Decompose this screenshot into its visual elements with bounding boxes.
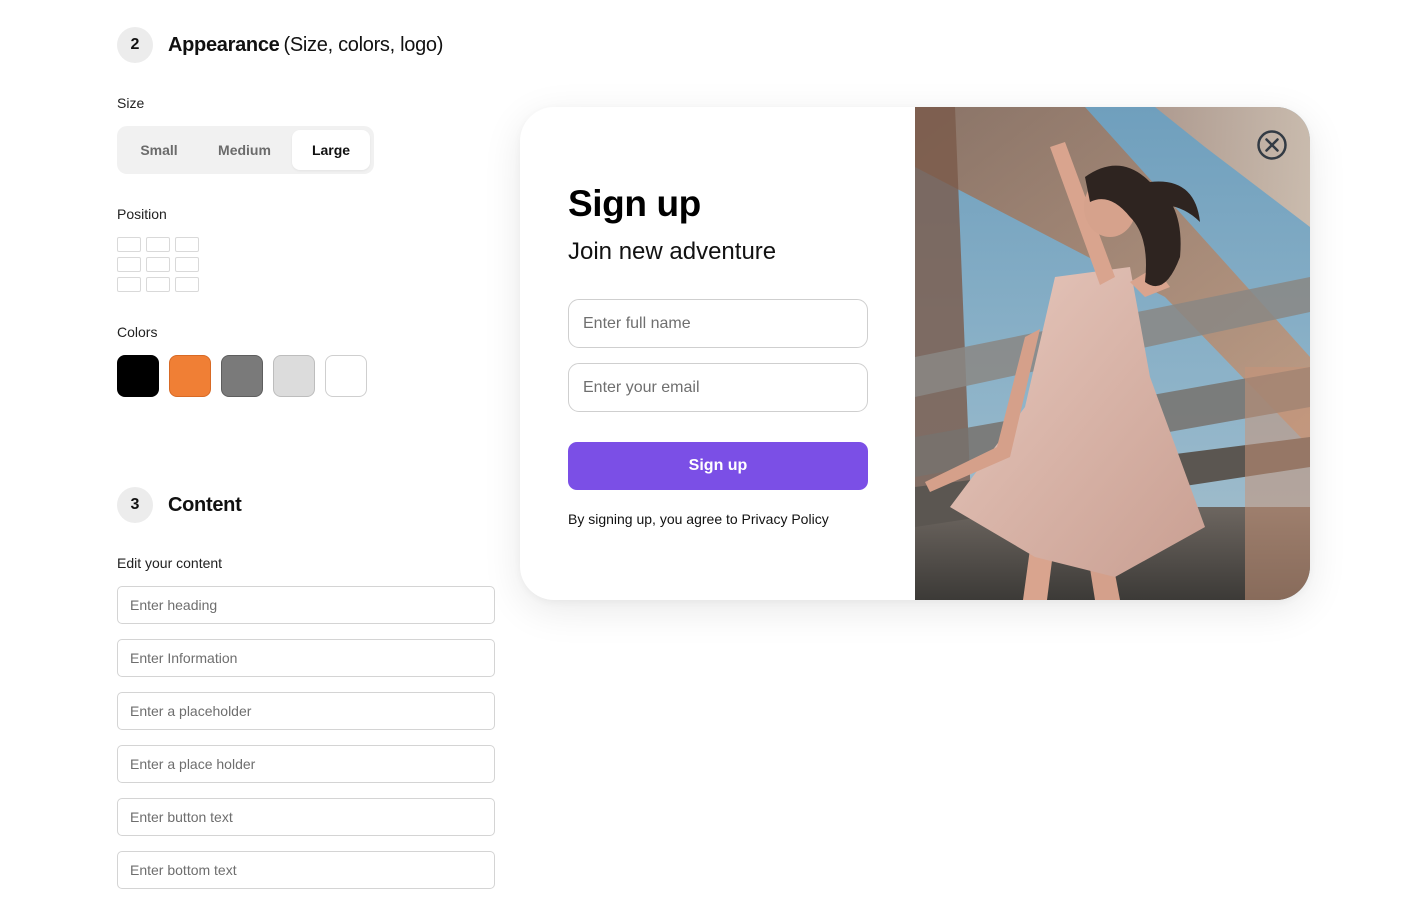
popup-heading: Sign up	[568, 183, 701, 224]
position-top-left[interactable]	[117, 237, 141, 252]
appearance-title: Appearance	[168, 33, 280, 56]
color-swatch-orange[interactable]	[169, 355, 211, 397]
popup-bottom-text: By signing up, you agree to Privacy Poli…	[568, 511, 829, 527]
size-selector: Small Medium Large	[117, 126, 374, 174]
bottom-text-input[interactable]	[117, 851, 495, 889]
position-bottom-left[interactable]	[117, 277, 141, 292]
color-swatches	[117, 355, 367, 397]
color-swatch-gray[interactable]	[221, 355, 263, 397]
position-middle-right[interactable]	[175, 257, 199, 272]
popup-form-panel: Sign up Join new adventure Sign up By si…	[520, 107, 915, 600]
size-option-small[interactable]: Small	[121, 130, 197, 170]
step-badge: 3	[117, 487, 153, 523]
size-option-large[interactable]: Large	[292, 130, 370, 170]
close-circle-icon[interactable]	[1256, 129, 1288, 161]
colors-label: Colors	[117, 324, 158, 340]
popup-photo	[915, 107, 1310, 600]
edit-content-label: Edit your content	[117, 555, 223, 571]
dancer-photo-image	[915, 107, 1310, 600]
signup-popup-preview: Sign up Join new adventure Sign up By si…	[520, 107, 1310, 600]
position-bottom-right[interactable]	[175, 277, 199, 292]
second-placeholder-input[interactable]	[117, 745, 495, 783]
button-text-input[interactable]	[117, 798, 495, 836]
size-option-medium[interactable]: Medium	[197, 130, 292, 170]
email-input[interactable]	[568, 363, 868, 412]
position-top-center[interactable]	[146, 237, 170, 252]
position-center[interactable]	[146, 257, 170, 272]
color-swatch-light-gray[interactable]	[273, 355, 315, 397]
appearance-subtitle: (Size, colors, logo)	[283, 33, 444, 56]
color-swatch-black[interactable]	[117, 355, 159, 397]
information-input[interactable]	[117, 639, 495, 677]
position-middle-left[interactable]	[117, 257, 141, 272]
placeholder-input[interactable]	[117, 692, 495, 730]
full-name-input[interactable]	[568, 299, 868, 348]
signup-button[interactable]: Sign up	[568, 442, 868, 490]
position-label: Position	[117, 206, 167, 222]
popup-information: Join new adventure	[568, 238, 777, 265]
step-badge: 2	[117, 27, 153, 63]
appearance-section-header: 2 Appearance (Size, colors, logo)	[117, 27, 443, 63]
position-bottom-center[interactable]	[146, 277, 170, 292]
heading-input[interactable]	[117, 586, 495, 624]
position-top-right[interactable]	[175, 237, 199, 252]
size-label: Size	[117, 95, 145, 111]
content-section-header: 3 Content	[117, 487, 242, 523]
content-title: Content	[168, 493, 242, 516]
color-swatch-white[interactable]	[325, 355, 367, 397]
position-grid	[117, 237, 199, 292]
section-title: Appearance (Size, colors, logo)	[168, 34, 443, 57]
